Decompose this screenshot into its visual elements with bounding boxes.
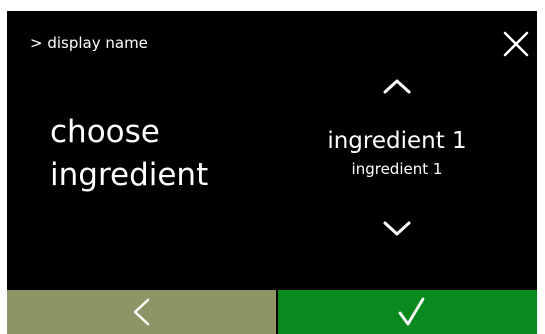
back-button[interactable] (7, 290, 276, 334)
confirm-button[interactable] (278, 290, 537, 334)
scroll-down-button[interactable] (377, 215, 417, 243)
close-button[interactable] (501, 29, 531, 59)
chevron-up-icon (383, 79, 411, 94)
breadcrumb: > display name (30, 34, 148, 52)
checkmark-icon (398, 297, 425, 326)
close-icon (503, 31, 529, 57)
selected-ingredient-subtitle: ingredient 1 (351, 160, 443, 178)
prompt-line-1: choose (50, 114, 160, 150)
bottom-action-bar (7, 290, 537, 334)
chevron-left-icon (133, 298, 150, 326)
prompt-line-2: ingredient (50, 157, 209, 193)
ingredient-picker: ingredient 1 ingredient 1 (307, 66, 487, 246)
selected-ingredient: ingredient 1 (327, 128, 467, 154)
chevron-down-icon (383, 221, 411, 236)
prompt-title: choose ingredient (50, 111, 270, 197)
display-name-screen: > display name choose ingredient ingredi… (7, 11, 537, 334)
scroll-up-button[interactable] (377, 72, 417, 100)
